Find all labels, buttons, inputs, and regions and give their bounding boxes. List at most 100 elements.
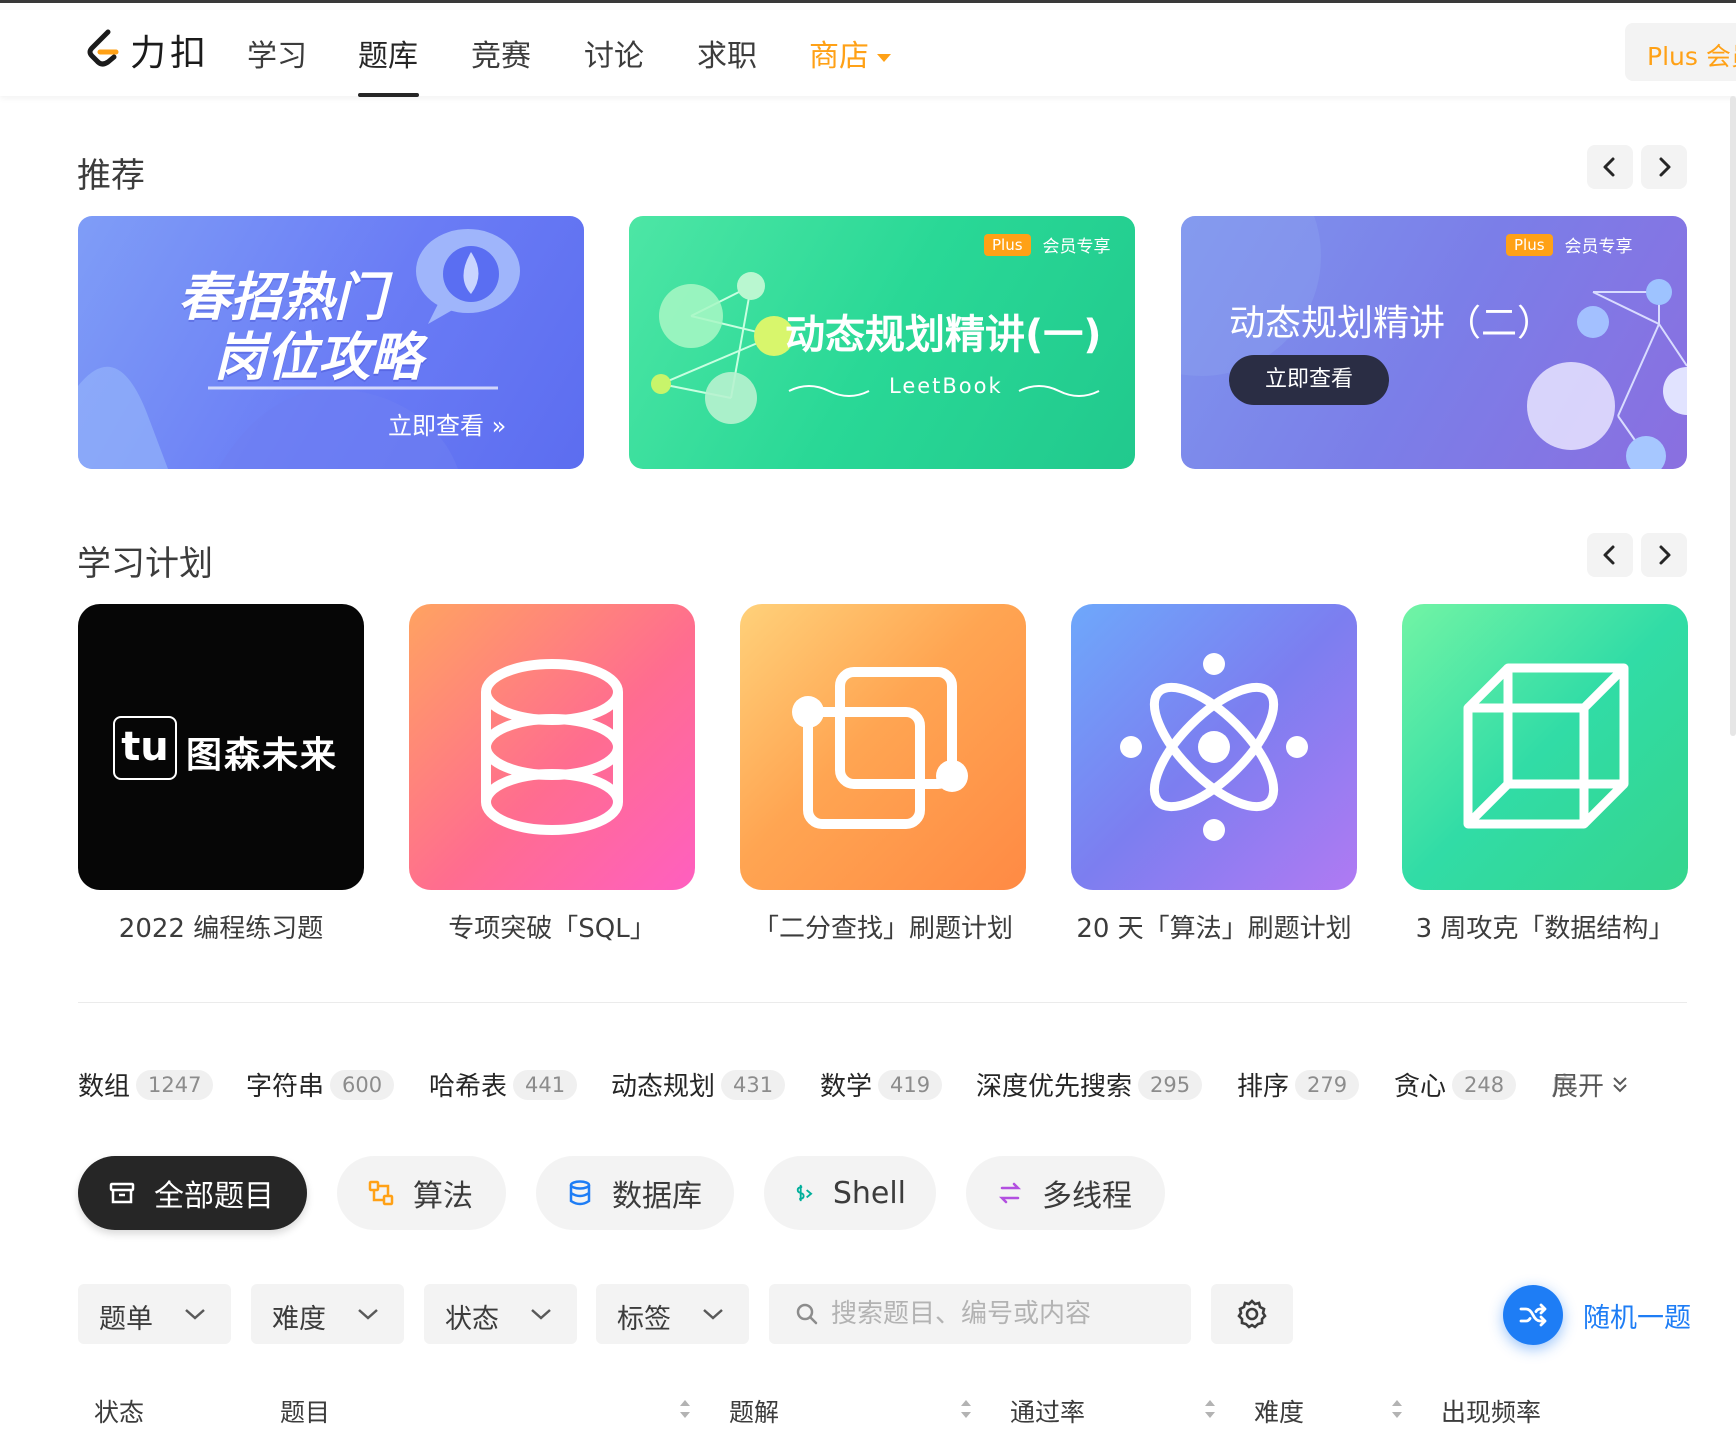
expand-label: 展开 [1552,1072,1605,1102]
tag-count: 1247 [136,1069,214,1100]
banner1-link[interactable]: 立即查看 » [388,406,506,441]
gear-icon [1237,1299,1267,1329]
tags-expand-button[interactable]: 展开 [1548,1066,1629,1103]
overlapping-squares-icon [792,667,968,829]
plan-label: 专项突破「SQL」 [448,914,656,944]
plan-next-button[interactable] [1641,533,1687,577]
plan-label: 2022 编程练习题 [118,914,324,944]
plan-card-data-structure[interactable]: 3 周攻克「数据结构」 [1402,604,1688,945]
chevron-down-icon [703,1309,723,1320]
category-database[interactable]: 数据库 [536,1156,734,1230]
tag-math[interactable]: 数学 419 [820,1066,943,1103]
atom-icon [1120,653,1308,841]
sort-icon[interactable] [678,1398,692,1420]
banner2-title: 动态规划精讲(一) [785,312,1102,358]
search-input[interactable] [831,1292,1181,1336]
tag-name: 数组 [78,1072,131,1102]
table-header-acceptance[interactable]: 通过率 [1010,1393,1085,1429]
tag-sorting[interactable]: 排序 279 [1237,1066,1360,1103]
filter-status[interactable]: 状态 [424,1284,577,1344]
chevron-left-icon [1603,157,1615,177]
table-header-difficulty[interactable]: 难度 [1254,1393,1304,1429]
filter-label: 难度 [272,1304,326,1335]
nav-shop[interactable]: 商店 [809,31,891,75]
study-plan-title: 学习计划 [77,544,213,584]
table-header-title[interactable]: 题目 [280,1393,330,1429]
plus-member-button[interactable]: Plus 会员 [1625,23,1736,81]
sort-icon[interactable] [959,1398,973,1420]
plan-prev-button[interactable] [1587,533,1633,577]
filter-difficulty[interactable]: 难度 [251,1284,404,1344]
tag-count: 431 [721,1069,786,1100]
category-algorithms[interactable]: 算法 [337,1156,506,1230]
random-problem-button[interactable]: 随机一题 [1503,1285,1691,1345]
chevron-down-icon [358,1309,378,1320]
recommend-prev-button[interactable] [1587,145,1633,189]
filter-tags[interactable]: 标签 [596,1284,749,1344]
tusimple-logo-box: tu [113,716,177,780]
filter-label: 状态 [445,1304,499,1335]
chevron-right-icon [1659,157,1671,177]
shuffle-icon [1519,1303,1547,1327]
section-divider [78,1002,1687,1003]
nav-jobs[interactable]: 求职 [697,31,757,75]
plan-label: 「二分查找」刷题计划 [752,914,1013,944]
tag-dfs[interactable]: 深度优先搜索 295 [976,1066,1203,1103]
chevron-down-icon [531,1309,551,1320]
leetcode-logo-icon [87,29,119,67]
category-shell[interactable]: Shell [764,1156,936,1230]
tag-name: 动态规划 [611,1072,716,1102]
plan-image-data-structure [1402,604,1688,890]
category-concurrency[interactable]: 多线程 [966,1156,1165,1230]
nav-contest[interactable]: 竞赛 [471,31,531,75]
plus-exclusive-tag: Plus 会员专享 [984,232,1111,257]
flow-icon [368,1180,394,1206]
tag-string[interactable]: 字符串 600 [246,1066,395,1103]
search-icon [796,1303,818,1325]
page-scrollbar[interactable] [1730,96,1736,736]
search-box [769,1284,1191,1344]
plus-tag-text: 会员专享 [1564,237,1633,257]
tag-greedy[interactable]: 贪心 248 [1394,1066,1517,1103]
category-label: 全部题目 [154,1179,274,1214]
plus-pill: Plus [1506,233,1553,256]
plan-card-sql[interactable]: 专项突破「SQL」 [409,604,695,945]
caret-down-icon [877,53,891,62]
banner3-view-button[interactable]: 立即查看 [1229,355,1389,405]
plan-label: 3 周攻克「数据结构」 [1415,914,1675,944]
thread-icon [998,1182,1022,1204]
nav-discuss[interactable]: 讨论 [584,31,644,75]
nav-problemset[interactable]: 题库 [358,31,418,75]
plan-card-2022[interactable]: tu 图森未来 2022 编程练习题 [78,604,364,945]
logo-text: 力扣 [130,33,211,74]
chevron-down-icon [185,1309,205,1320]
recommend-next-button[interactable] [1641,145,1687,189]
chevron-right-icon [1659,545,1671,565]
category-all-problems[interactable]: 全部题目 [78,1156,307,1230]
banner3-title: 动态规划精讲（二） [1229,303,1554,344]
table-header-solution[interactable]: 题解 [729,1393,779,1429]
filter-list[interactable]: 题单 [78,1284,231,1344]
table-header-frequency[interactable]: 出现频率 [1441,1393,1541,1429]
banner-spring-recruit[interactable]: 春招热门 岗位攻略 立即查看 » [78,216,584,469]
nav-active-underline [358,93,419,97]
plan-card-algorithm[interactable]: 20 天「算法」刷题计划 [1071,604,1357,945]
banner-dp-1[interactable]: Plus 会员专享 动态规划精讲(一) LeetBook [629,216,1135,469]
nav-learn[interactable]: 学习 [247,31,307,75]
tag-hash-table[interactable]: 哈希表 441 [429,1066,578,1103]
tag-name: 排序 [1237,1072,1290,1102]
tag-array[interactable]: 数组 1247 [78,1066,214,1103]
sort-icon[interactable] [1203,1398,1217,1420]
shuffle-button[interactable] [1503,1285,1563,1345]
tag-count: 441 [513,1069,578,1100]
leetcode-logo[interactable]: 力扣 [82,25,210,75]
tag-name: 字符串 [246,1072,325,1102]
sort-icon[interactable] [1390,1398,1404,1420]
plan-card-binary-search[interactable]: 「二分查找」刷题计划 [740,604,1026,945]
tag-dynamic-programming[interactable]: 动态规划 431 [611,1066,786,1103]
tag-name: 数学 [820,1072,873,1102]
inbox-icon [109,1182,135,1204]
settings-button[interactable] [1211,1284,1293,1344]
banner-dp-2[interactable]: Plus 会员专享 动态规划精讲（二） 立即查看 [1181,216,1687,469]
filter-label: 题单 [99,1304,153,1335]
